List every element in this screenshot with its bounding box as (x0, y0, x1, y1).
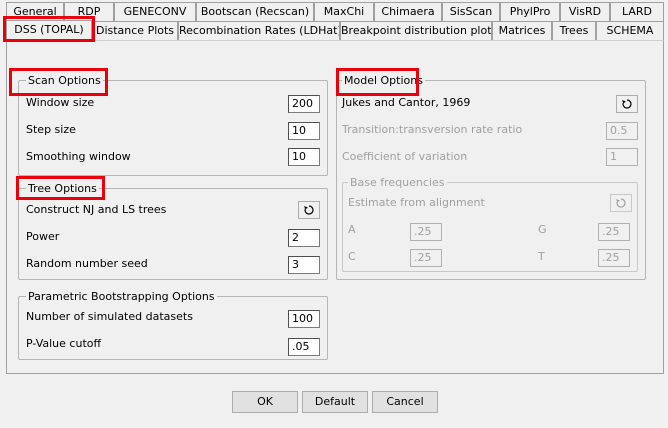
simulated-datasets-input[interactable]: 100 (288, 310, 320, 328)
random-seed-label: Random number seed (26, 257, 148, 270)
tab-rdp[interactable]: RDP (64, 2, 114, 21)
tab-trees[interactable]: Trees (552, 21, 596, 40)
tree-options-title: Tree Options (26, 182, 99, 195)
pvalue-cutoff-label: P-Value cutoff (26, 337, 102, 350)
tab-breakpoint-distribution[interactable]: Breakpoint distribution plot (340, 21, 492, 40)
estimate-alignment-label: Estimate from alignment (348, 196, 485, 209)
construct-trees-cycle-button[interactable] (298, 201, 320, 219)
window-size-label: Window size (26, 96, 95, 109)
random-seed-input[interactable]: 3 (288, 256, 320, 274)
tab-phylpro[interactable]: PhylPro (500, 2, 560, 21)
base-t-input[interactable]: .25 (598, 249, 630, 267)
tab-matrices[interactable]: Matrices (492, 21, 552, 40)
tab-dss-topal[interactable]: DSS (TOPAL) (6, 20, 92, 41)
simulated-datasets-label: Number of simulated datasets (26, 310, 193, 323)
ti-tv-ratio-input[interactable]: 0.5 (606, 122, 638, 140)
default-button[interactable]: Default (302, 391, 368, 413)
construct-trees-label: Construct NJ and LS trees (26, 203, 167, 216)
base-a-label: A (348, 223, 356, 236)
cancel-button[interactable]: Cancel (372, 391, 438, 413)
model-options-title: Model Options (342, 74, 425, 87)
coefficient-variation-label: Coefficient of variation (342, 150, 468, 163)
tab-recombination-rates[interactable]: Recombination Rates (LDHat) (178, 21, 340, 40)
pvalue-cutoff-input[interactable]: .05 (288, 338, 320, 356)
ok-button[interactable]: OK (232, 391, 298, 413)
base-frequencies-title: Base frequencies (348, 176, 447, 189)
base-t-label: T (538, 250, 545, 263)
base-c-input[interactable]: .25 (410, 249, 442, 267)
model-cycle-button[interactable] (616, 95, 638, 113)
base-g-label: G (538, 223, 547, 236)
tab-schema[interactable]: SCHEMA (596, 21, 664, 40)
tab-general[interactable]: General (6, 2, 64, 21)
bootstrapping-options-title: Parametric Bootstrapping Options (26, 290, 217, 303)
tab-sisscan[interactable]: SisScan (442, 2, 500, 21)
refresh-cycle-icon (622, 99, 632, 109)
tab-maxchi[interactable]: MaxChi (314, 2, 374, 21)
scan-options-title: Scan Options (26, 74, 103, 87)
window-size-input[interactable]: 200 (288, 95, 320, 113)
power-input[interactable]: 2 (288, 229, 320, 247)
base-c-label: C (348, 250, 356, 263)
tab-chimaera[interactable]: Chimaera (374, 2, 442, 21)
power-label: Power (26, 230, 60, 243)
smoothing-window-input[interactable]: 10 (288, 148, 320, 166)
tab-distance-plots[interactable]: Distance Plots (92, 21, 178, 40)
coefficient-variation-input[interactable]: 1 (606, 148, 638, 166)
smoothing-window-label: Smoothing window (26, 150, 131, 163)
base-a-input[interactable]: .25 (410, 223, 442, 241)
base-g-input[interactable]: .25 (598, 223, 630, 241)
estimate-alignment-cycle-button[interactable] (610, 194, 632, 212)
refresh-cycle-icon (304, 205, 314, 215)
refresh-cycle-icon (616, 198, 626, 208)
tab-lard[interactable]: LARD (610, 2, 664, 21)
tab-visrd[interactable]: VisRD (560, 2, 610, 21)
ti-tv-ratio-label: Transition:transversion rate ratio (342, 123, 523, 136)
model-name-label[interactable]: Jukes and Cantor, 1969 (342, 96, 470, 110)
step-size-input[interactable]: 10 (288, 122, 320, 140)
tab-geneconv[interactable]: GENECONV (114, 2, 196, 21)
step-size-label: Step size (26, 123, 76, 136)
tab-bootscan[interactable]: Bootscan (Recscan) (196, 2, 314, 21)
